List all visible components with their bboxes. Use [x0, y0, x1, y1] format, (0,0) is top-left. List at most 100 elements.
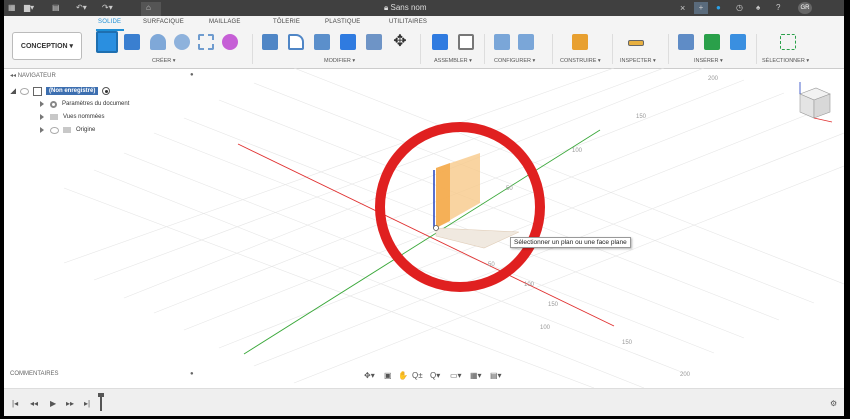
- group-selectionner[interactable]: SÉLECTIONNER ▾: [762, 58, 809, 64]
- redo-icon[interactable]: ↷▾: [102, 2, 113, 14]
- zoom-window-icon[interactable]: Q▾: [430, 371, 440, 380]
- user-avatar[interactable]: GR: [798, 2, 812, 14]
- divider: [552, 34, 553, 64]
- add-icon[interactable]: +: [694, 2, 708, 14]
- expand-icon[interactable]: [40, 101, 44, 107]
- combine-icon[interactable]: [366, 34, 382, 50]
- step-forward-icon[interactable]: ▸▸: [66, 399, 74, 408]
- pattern-icon[interactable]: [198, 34, 214, 50]
- tab-surfacique[interactable]: SURFACIQUE: [143, 19, 184, 25]
- file-icon[interactable]: ▆▾: [24, 2, 34, 14]
- measure-icon[interactable]: [628, 40, 644, 46]
- group-configurer[interactable]: CONFIGURER ▾: [494, 58, 535, 64]
- collapse-icon[interactable]: ◂◂: [10, 73, 16, 79]
- parameters-icon[interactable]: [494, 34, 510, 50]
- timeline-marker[interactable]: [98, 393, 104, 411]
- toolbar-ribbon: SOLIDE SURFACIQUE MAILLAGE TÔLERIE PLAST…: [4, 16, 844, 69]
- group-construire[interactable]: CONSTRUIRE ▾: [560, 58, 601, 64]
- origin-plane-yz[interactable]: [436, 163, 450, 228]
- dim-label: 100: [524, 282, 535, 288]
- tab-solide[interactable]: SOLIDE: [98, 19, 121, 25]
- viewcube[interactable]: [792, 80, 836, 124]
- lock-icon: 🔒︎: [384, 3, 389, 12]
- create-sketch-icon[interactable]: [96, 31, 118, 53]
- move-icon[interactable]: ✥: [392, 34, 408, 50]
- extensions-icon[interactable]: ●: [716, 2, 721, 14]
- joint-icon[interactable]: [458, 34, 474, 50]
- pin-icon[interactable]: ●: [190, 72, 194, 78]
- save-icon[interactable]: ▤: [52, 2, 60, 14]
- visibility-icon[interactable]: [50, 126, 59, 134]
- settings-icon[interactable]: ⚙: [830, 399, 837, 408]
- display-settings-icon[interactable]: ▭▾: [450, 371, 462, 380]
- origin-point[interactable]: [433, 225, 439, 231]
- revolve-icon[interactable]: [150, 34, 166, 50]
- tab-maillage[interactable]: MAILLAGE: [209, 19, 241, 25]
- undo-icon[interactable]: ↶▾: [76, 2, 87, 14]
- group-inserer[interactable]: INSÉRER ▾: [694, 58, 723, 64]
- dim-label: 100: [572, 148, 583, 154]
- expand-icon[interactable]: [40, 114, 44, 120]
- folder-icon: [50, 114, 58, 120]
- navigation-bar: ✥▾ ▣ ✋ Q± Q▾ ▭▾ ▦▾ ▤▾: [364, 371, 514, 383]
- form-icon[interactable]: [222, 34, 238, 50]
- home-tab[interactable]: ⌂: [141, 2, 161, 16]
- tab-plastique[interactable]: PLASTIQUE: [325, 19, 360, 25]
- expand-icon[interactable]: [40, 127, 44, 133]
- browser-root-node[interactable]: (Non enregistré): [10, 86, 111, 96]
- new-component-icon[interactable]: [432, 34, 448, 50]
- shell-icon[interactable]: [340, 34, 356, 50]
- extrude-icon[interactable]: [124, 34, 140, 50]
- go-to-start-icon[interactable]: |◂: [12, 399, 18, 408]
- browser-item[interactable]: Paramètres du document: [40, 99, 129, 109]
- group-modifier[interactable]: MODIFIER ▾: [324, 58, 355, 64]
- workspace-switcher-button[interactable]: CONCEPTION ▾: [12, 32, 82, 60]
- pan-icon[interactable]: ✋: [398, 371, 408, 380]
- divider: [668, 34, 669, 64]
- dim-label: 200: [708, 76, 719, 82]
- go-to-end-icon[interactable]: ▸|: [84, 399, 90, 408]
- tab-utilitaires[interactable]: UTILITAIRES: [389, 19, 427, 25]
- dim-label: 200: [680, 372, 691, 378]
- help-icon[interactable]: ?: [776, 2, 780, 14]
- offset-plane-icon[interactable]: [572, 34, 588, 50]
- notifications-icon[interactable]: ♠: [756, 2, 760, 14]
- expand-icon[interactable]: [10, 88, 16, 94]
- history-icon[interactable]: ◷: [736, 2, 743, 14]
- insert-derive-icon[interactable]: [678, 34, 694, 50]
- dim-label: 100: [540, 325, 551, 331]
- pin-icon[interactable]: ●: [190, 371, 194, 377]
- look-at-icon[interactable]: ▣: [384, 371, 392, 380]
- viewports-icon[interactable]: ▤▾: [490, 371, 502, 380]
- insert-mesh-icon[interactable]: [704, 34, 720, 50]
- divider: [756, 34, 757, 64]
- home-icon: ⌂: [146, 3, 151, 12]
- play-icon[interactable]: ▶: [50, 399, 56, 408]
- zoom-icon[interactable]: Q±: [412, 371, 423, 380]
- grid-menu-icon[interactable]: ▦: [8, 2, 16, 14]
- step-back-icon[interactable]: ◂◂: [30, 399, 38, 408]
- chamfer-icon[interactable]: [314, 34, 330, 50]
- configure-icon[interactable]: [518, 34, 534, 50]
- press-pull-icon[interactable]: [262, 34, 278, 50]
- tab-tolerie[interactable]: TÔLERIE: [273, 19, 300, 25]
- active-indicator[interactable]: [102, 87, 111, 95]
- browser-item[interactable]: Origine: [40, 125, 95, 135]
- dim-label: 150: [548, 302, 559, 308]
- visibility-icon[interactable]: [20, 87, 29, 95]
- browser-header: ◂◂ NAVIGATEUR ●: [10, 72, 194, 79]
- dim-label: 150: [636, 114, 647, 120]
- group-creer[interactable]: CRÉER ▾: [152, 58, 176, 64]
- group-inspecter[interactable]: INSPECTER ▾: [620, 58, 656, 64]
- close-icon[interactable]: ×: [680, 2, 685, 14]
- group-assembler[interactable]: ASSEMBLER ▾: [434, 58, 472, 64]
- select-icon[interactable]: [780, 34, 796, 50]
- hole-icon[interactable]: [174, 34, 190, 50]
- root-label: (Non enregistré): [46, 87, 99, 95]
- grid-settings-icon[interactable]: ▦▾: [470, 371, 482, 380]
- orbit-icon[interactable]: ✥▾: [364, 371, 375, 380]
- title-bar: ▦ ▆▾ ▤ ↶▾ ↷▾ ⌂ 🔒︎ Sans nom × + ● ◷ ♠ ? G…: [4, 0, 844, 16]
- fillet-icon[interactable]: [288, 34, 304, 50]
- browser-item[interactable]: Vues nommées: [40, 112, 104, 122]
- insert-canvas-icon[interactable]: [730, 34, 746, 50]
